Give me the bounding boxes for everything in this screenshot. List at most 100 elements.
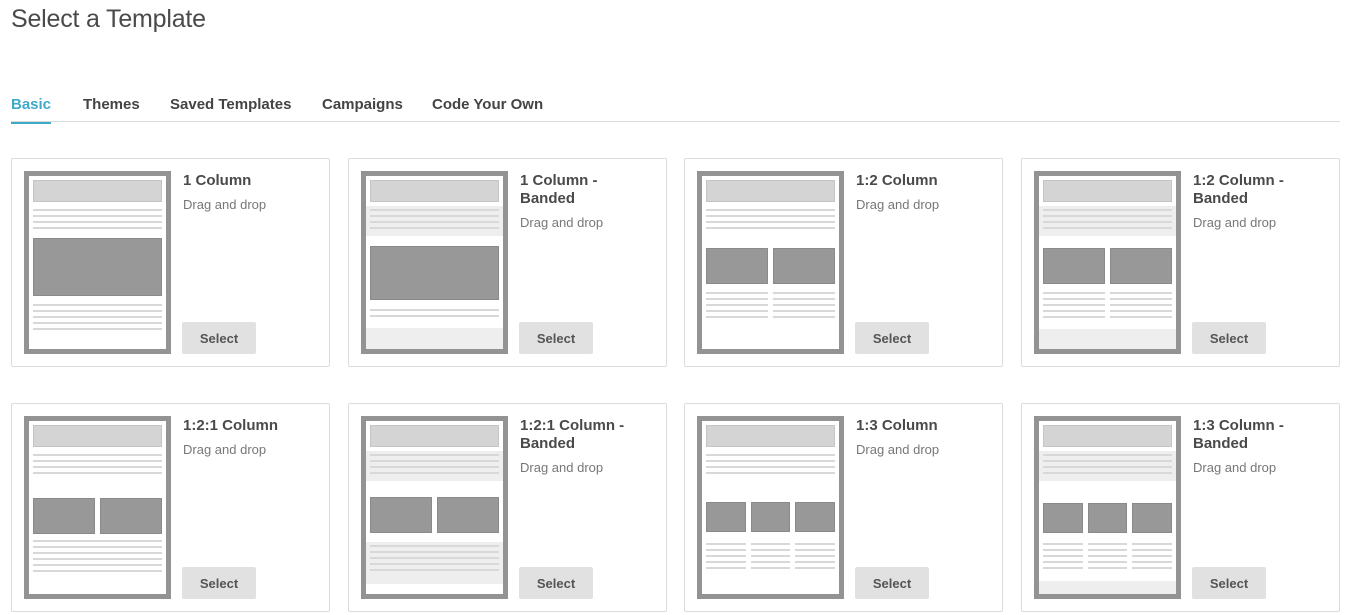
image-placeholder bbox=[750, 502, 791, 532]
text-line bbox=[33, 540, 162, 542]
text-line bbox=[795, 561, 835, 563]
text-line bbox=[33, 466, 162, 468]
text-line bbox=[1087, 561, 1128, 563]
header-placeholder bbox=[706, 425, 835, 447]
header-placeholder bbox=[370, 180, 499, 202]
tab-saved-templates[interactable]: Saved Templates bbox=[170, 96, 291, 122]
text-line bbox=[370, 569, 499, 571]
text-line bbox=[706, 310, 768, 312]
template-card-1-2-column-banded[interactable]: 1:2 Column - Banded Drag and drop Select bbox=[1021, 158, 1340, 367]
select-button[interactable]: Select bbox=[182, 567, 256, 599]
text-line bbox=[706, 221, 835, 223]
text-line bbox=[1043, 310, 1105, 312]
header-placeholder bbox=[1043, 180, 1172, 202]
text-line bbox=[1043, 549, 1083, 551]
template-name: 1:2:1 Column - Banded bbox=[520, 417, 625, 452]
text-line bbox=[706, 292, 768, 294]
text-line bbox=[33, 215, 162, 217]
template-thumbnail bbox=[361, 171, 508, 354]
text-line bbox=[706, 209, 835, 211]
image-placeholder bbox=[1110, 248, 1172, 284]
text-line bbox=[370, 551, 499, 553]
text-line bbox=[706, 466, 835, 468]
text-line bbox=[706, 227, 835, 229]
select-button[interactable]: Select bbox=[855, 322, 929, 354]
template-card-1-2-column[interactable]: 1:2 Column Drag and drop Select bbox=[684, 158, 1003, 367]
text-line bbox=[370, 315, 499, 317]
template-subtitle: Drag and drop bbox=[1193, 215, 1277, 230]
text-line bbox=[773, 316, 835, 318]
text-line bbox=[33, 322, 162, 324]
text-line bbox=[370, 227, 499, 229]
text-line bbox=[1043, 567, 1083, 569]
image-placeholder bbox=[1087, 503, 1128, 533]
text-line bbox=[1043, 215, 1172, 217]
text-line bbox=[33, 304, 162, 306]
template-subtitle: Drag and drop bbox=[520, 460, 604, 475]
text-line bbox=[1110, 292, 1172, 294]
template-subtitle: Drag and drop bbox=[856, 197, 940, 212]
text-line bbox=[1043, 316, 1105, 318]
select-button[interactable]: Select bbox=[1192, 567, 1266, 599]
text-line bbox=[1110, 316, 1172, 318]
text-line bbox=[1043, 292, 1105, 294]
select-button[interactable]: Select bbox=[182, 322, 256, 354]
tab-campaigns[interactable]: Campaigns bbox=[322, 96, 403, 122]
text-line bbox=[1043, 466, 1172, 468]
text-line bbox=[370, 221, 499, 223]
select-button[interactable]: Select bbox=[519, 322, 593, 354]
text-line bbox=[773, 292, 835, 294]
image-placeholder bbox=[1043, 503, 1083, 533]
text-line bbox=[370, 460, 499, 462]
template-name: 1:2 Column bbox=[856, 172, 938, 189]
text-line bbox=[370, 466, 499, 468]
text-line bbox=[33, 221, 162, 223]
tab-themes[interactable]: Themes bbox=[83, 96, 140, 122]
text-line bbox=[1110, 304, 1172, 306]
text-line bbox=[370, 215, 499, 217]
band-row bbox=[366, 328, 503, 349]
text-line bbox=[33, 316, 162, 318]
template-name: 1 Column bbox=[183, 172, 252, 189]
template-card-1-2-1-column[interactable]: 1:2:1 Column Drag and drop Select bbox=[11, 403, 330, 612]
select-button[interactable]: Select bbox=[519, 567, 593, 599]
template-card-1-column[interactable]: 1 Column Drag and drop Select bbox=[11, 158, 330, 367]
text-line bbox=[795, 543, 835, 545]
text-line bbox=[1043, 561, 1083, 563]
text-line bbox=[1043, 298, 1105, 300]
header-placeholder bbox=[1043, 425, 1172, 447]
tab-code-your-own[interactable]: Code Your Own bbox=[432, 96, 543, 122]
select-button[interactable]: Select bbox=[1192, 322, 1266, 354]
template-name: 1:3 Column - Banded bbox=[1193, 417, 1284, 452]
text-line bbox=[370, 557, 499, 559]
header-placeholder bbox=[33, 180, 162, 202]
text-line bbox=[33, 552, 162, 554]
text-line bbox=[1043, 460, 1172, 462]
image-placeholder bbox=[100, 498, 162, 534]
image-placeholder bbox=[370, 497, 432, 533]
header-placeholder bbox=[706, 180, 835, 202]
template-card-1-column-banded[interactable]: 1 Column - Banded Drag and drop Select bbox=[348, 158, 667, 367]
text-line bbox=[33, 310, 162, 312]
text-line bbox=[33, 546, 162, 548]
select-button[interactable]: Select bbox=[855, 567, 929, 599]
text-line bbox=[1043, 454, 1172, 456]
text-line bbox=[1043, 304, 1105, 306]
image-placeholder bbox=[795, 502, 835, 532]
text-line bbox=[33, 227, 162, 229]
band-row bbox=[1039, 581, 1176, 594]
text-line bbox=[33, 564, 162, 566]
text-line bbox=[795, 549, 835, 551]
template-card-1-3-column[interactable]: 1:3 Column Drag and drop Select bbox=[684, 403, 1003, 612]
text-line bbox=[33, 328, 162, 330]
image-placeholder bbox=[1132, 503, 1172, 533]
template-card-1-2-1-column-banded[interactable]: 1:2:1 Column - Banded Drag and drop Sele… bbox=[348, 403, 667, 612]
template-subtitle: Drag and drop bbox=[183, 197, 267, 212]
text-line bbox=[33, 472, 162, 474]
template-card-1-3-column-banded[interactable]: 1:3 Column - Banded Drag and drop Select bbox=[1021, 403, 1340, 612]
template-subtitle: Drag and drop bbox=[520, 215, 604, 230]
page-title: Select a Template bbox=[11, 5, 206, 33]
tab-basic[interactable]: Basic bbox=[11, 96, 52, 124]
text-line bbox=[33, 209, 162, 211]
text-line bbox=[706, 298, 768, 300]
